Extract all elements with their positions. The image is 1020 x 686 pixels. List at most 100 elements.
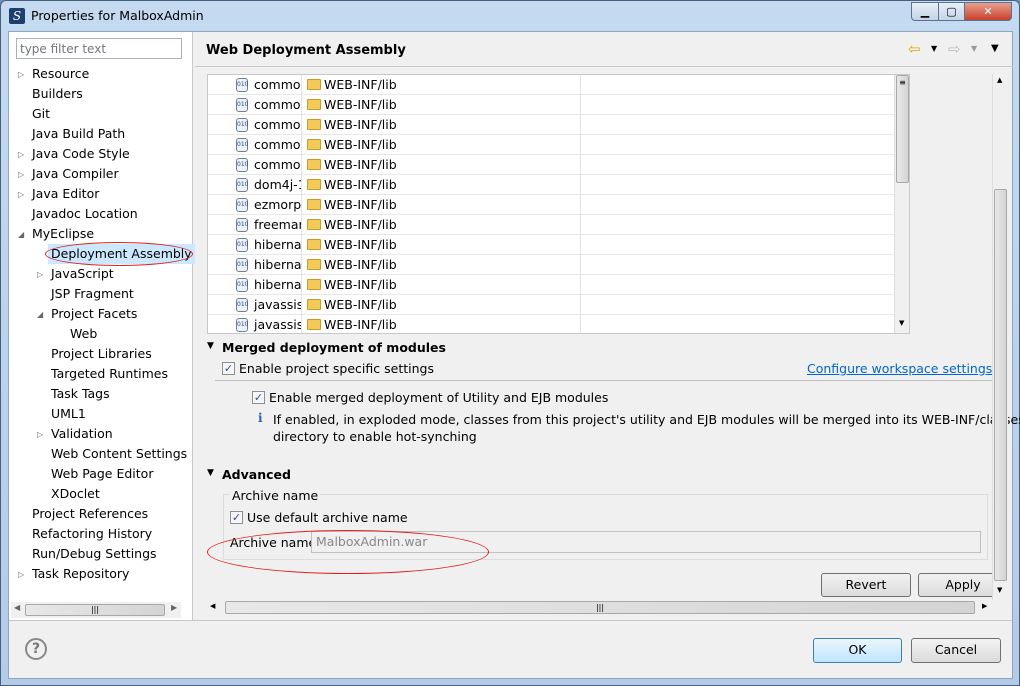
cancel-button[interactable]: Cancel (911, 638, 1001, 663)
scroll-thumb[interactable]: ||| (25, 604, 165, 616)
page-horizontal-scrollbar[interactable]: ◀ ||| ▶ (207, 600, 992, 616)
back-history-dropdown-icon[interactable]: ▼ (931, 44, 937, 53)
tree-item[interactable]: Java Build Path (32, 124, 125, 144)
tree-item[interactable]: Javadoc Location (32, 204, 138, 224)
table-row[interactable]: 010 hibernat WEB-INF/lib (208, 275, 894, 295)
expand-icon[interactable]: ▷ (37, 430, 47, 439)
use-default-checkbox[interactable]: ✓ (230, 511, 243, 524)
merged-section-heading[interactable]: Merged deployment of modules (222, 340, 446, 355)
table-row[interactable]: 010 commor WEB-INF/lib (208, 135, 894, 155)
scroll-up-icon[interactable]: ▲ (997, 76, 1002, 84)
table-row[interactable]: 010 freemar WEB-INF/lib (208, 215, 894, 235)
tree-item[interactable]: Builders (32, 84, 83, 104)
scroll-thumb[interactable]: ≡ (896, 75, 909, 183)
tree-item[interactable]: Validation (51, 424, 113, 444)
ok-button[interactable]: OK (813, 638, 902, 663)
tree-item[interactable]: Task Tags (51, 384, 110, 404)
tree-item[interactable]: Git (32, 104, 50, 124)
tree-horizontal-scrollbar[interactable]: ◀ ||| ▶ (11, 602, 181, 618)
tree-item[interactable]: XDoclet (51, 484, 100, 504)
scroll-right-icon[interactable]: ▶ (171, 603, 177, 612)
table-row[interactable]: 010 javassist WEB-INF/lib (208, 315, 894, 333)
expand-icon[interactable]: ▷ (18, 570, 28, 579)
tree-item[interactable]: Project References (32, 504, 148, 524)
view-menu-icon[interactable]: ▼ (991, 43, 999, 54)
deploy-path-text: WEB-INF/lib (324, 157, 397, 172)
scroll-left-icon[interactable]: ◀ (14, 603, 20, 612)
expand-icon[interactable]: ▷ (18, 170, 28, 179)
jar-icon: 010 (236, 318, 248, 332)
tree-item[interactable]: JavaScript (51, 264, 114, 284)
folder-icon (307, 159, 321, 170)
enable-merged-checkbox[interactable]: ✓ (252, 391, 265, 404)
scroll-right-icon[interactable]: ▶ (982, 602, 987, 610)
tree-item[interactable]: MyEclipse (32, 224, 94, 244)
table-row[interactable]: 010 ezmorpl WEB-INF/lib (208, 195, 894, 215)
maximize-button[interactable]: ▢ (938, 2, 965, 21)
minimize-button[interactable]: ▁ (911, 2, 939, 21)
collapse-icon[interactable]: ▼ (207, 468, 214, 478)
source-cell: 010 commor (208, 75, 302, 95)
back-arrow-icon[interactable]: ⇦ (908, 40, 921, 58)
table-row[interactable]: 010 dom4j-1 WEB-INF/lib (208, 175, 894, 195)
scroll-thumb[interactable] (994, 189, 1007, 581)
tree-item[interactable]: Java Compiler (32, 164, 119, 184)
table-vertical-scrollbar[interactable]: ≡ ▼ (894, 75, 909, 333)
expand-icon[interactable]: ▷ (18, 190, 28, 199)
tree-item[interactable]: Project Libraries (51, 344, 152, 364)
configure-workspace-link[interactable]: Configure workspace settings... (807, 361, 1004, 376)
collapse-icon[interactable]: ▼ (207, 341, 214, 351)
page-title: Web Deployment Assembly (206, 43, 406, 58)
scroll-left-icon[interactable]: ◀ (210, 602, 215, 610)
jar-icon: 010 (236, 178, 248, 192)
revert-button[interactable]: Revert (821, 573, 911, 597)
tree-item[interactable]: Refactoring History (32, 524, 152, 544)
source-cell: 010 dom4j-1 (208, 175, 302, 195)
tree-item[interactable]: Web Content Settings (51, 444, 187, 464)
table-row[interactable]: 010 commor WEB-INF/lib (208, 115, 894, 135)
tree-item[interactable]: Targeted Runtimes (51, 364, 168, 384)
tree-item[interactable]: Java Code Style (32, 144, 130, 164)
expand-icon[interactable]: ▷ (18, 70, 28, 79)
tree-item[interactable]: Resource (32, 64, 89, 84)
tree-item[interactable]: Web (70, 324, 97, 344)
deploy-path-cell: WEB-INF/lib (303, 295, 581, 315)
table-row[interactable]: 010 commor WEB-INF/lib (208, 75, 894, 95)
scroll-down-icon[interactable]: ▼ (997, 586, 1002, 594)
filter-input[interactable] (16, 38, 182, 59)
collapse-icon[interactable]: ◢ (37, 310, 47, 319)
forward-history-dropdown-icon[interactable]: ▼ (971, 44, 977, 53)
scroll-thumb[interactable]: ||| (225, 601, 975, 614)
page-vertical-scrollbar[interactable]: ▲ ▼ (992, 74, 1008, 600)
table-row[interactable]: 010 javassist WEB-INF/lib (208, 295, 894, 315)
help-icon[interactable]: ? (25, 638, 47, 660)
scroll-down-icon[interactable]: ▼ (899, 319, 904, 327)
table-row[interactable]: 010 commor WEB-INF/lib (208, 155, 894, 175)
expand-icon[interactable]: ▷ (18, 150, 28, 159)
deploy-path-text: WEB-INF/lib (324, 197, 397, 212)
advanced-section-heading[interactable]: Advanced (222, 467, 291, 482)
tree-item[interactable]: Project Facets (51, 304, 137, 324)
deploy-path-text: WEB-INF/lib (324, 297, 397, 312)
source-cell: 010 commor (208, 95, 302, 115)
close-button[interactable]: ✕ (964, 2, 1012, 21)
folder-icon (307, 119, 321, 130)
tree-item[interactable]: Task Repository (32, 564, 129, 584)
collapse-icon[interactable]: ◢ (18, 230, 28, 239)
table-row[interactable]: 010 hibernat WEB-INF/lib (208, 255, 894, 275)
table-row[interactable]: 010 hibernat WEB-INF/lib (208, 235, 894, 255)
source-cell: 010 ezmorpl (208, 195, 302, 215)
tree-item[interactable]: Web Page Editor (51, 464, 153, 484)
tree-item[interactable]: Java Editor (32, 184, 99, 204)
source-text: commor (254, 137, 302, 152)
tree-item[interactable]: Run/Debug Settings (32, 544, 157, 564)
enable-project-checkbox[interactable]: ✓ (222, 362, 235, 375)
source-text: commor (254, 157, 302, 172)
tree-item[interactable]: UML1 (51, 404, 86, 424)
forward-arrow-icon[interactable]: ⇨ (948, 40, 961, 58)
folder-icon (307, 219, 321, 230)
tree-item[interactable]: JSP Fragment (51, 284, 134, 304)
source-cell: 010 commor (208, 115, 302, 135)
expand-icon[interactable]: ▷ (37, 270, 47, 279)
table-row[interactable]: 010 commor WEB-INF/lib (208, 95, 894, 115)
